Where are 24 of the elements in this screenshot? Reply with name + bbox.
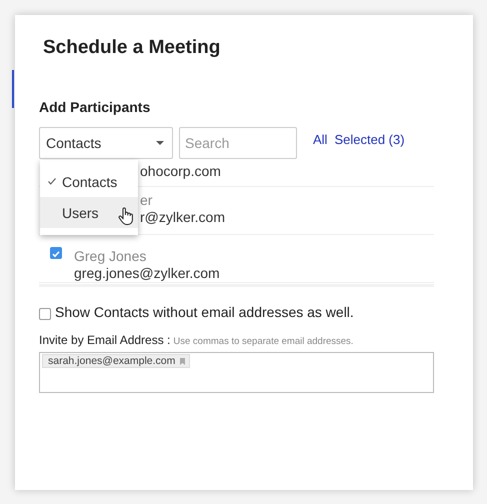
participant-name: er xyxy=(140,192,154,209)
filter-link[interactable]: Selected (3) xyxy=(334,132,405,147)
filter-link[interactable]: All xyxy=(313,132,328,147)
participant-email: ohocorp.com xyxy=(140,163,221,180)
participant-email: greg.jones@zylker.com xyxy=(74,265,220,282)
check-icon xyxy=(48,178,56,185)
field-hint: Use commas to separate email addresses. xyxy=(173,336,354,347)
caret-icon xyxy=(156,141,164,145)
participant-email: r@zylker.com xyxy=(140,209,225,226)
bookmark-icon xyxy=(180,358,186,364)
checkbox[interactable] xyxy=(50,247,62,259)
field-label: Invite by Email Address : xyxy=(39,333,170,347)
search-field[interactable]: Search xyxy=(179,127,297,159)
section-heading: Add Participants xyxy=(39,99,152,115)
checkbox-label: Show Contacts without email addresses as well. xyxy=(55,304,354,320)
email-chip[interactable]: sarah.jones@example.com xyxy=(42,354,190,368)
checkbox[interactable] xyxy=(39,308,51,320)
participant-name: Greg Jones xyxy=(74,248,148,265)
menu-item[interactable]: Users xyxy=(40,197,138,228)
dialog-title: Schedule a Meeting xyxy=(43,37,222,59)
source-dropdown[interactable]: Contacts xyxy=(39,127,173,159)
hand-cursor-icon xyxy=(118,207,134,225)
menu-item[interactable]: Contacts xyxy=(40,166,138,197)
email-input-field[interactable]: sarah.jones@example.com xyxy=(39,352,434,393)
